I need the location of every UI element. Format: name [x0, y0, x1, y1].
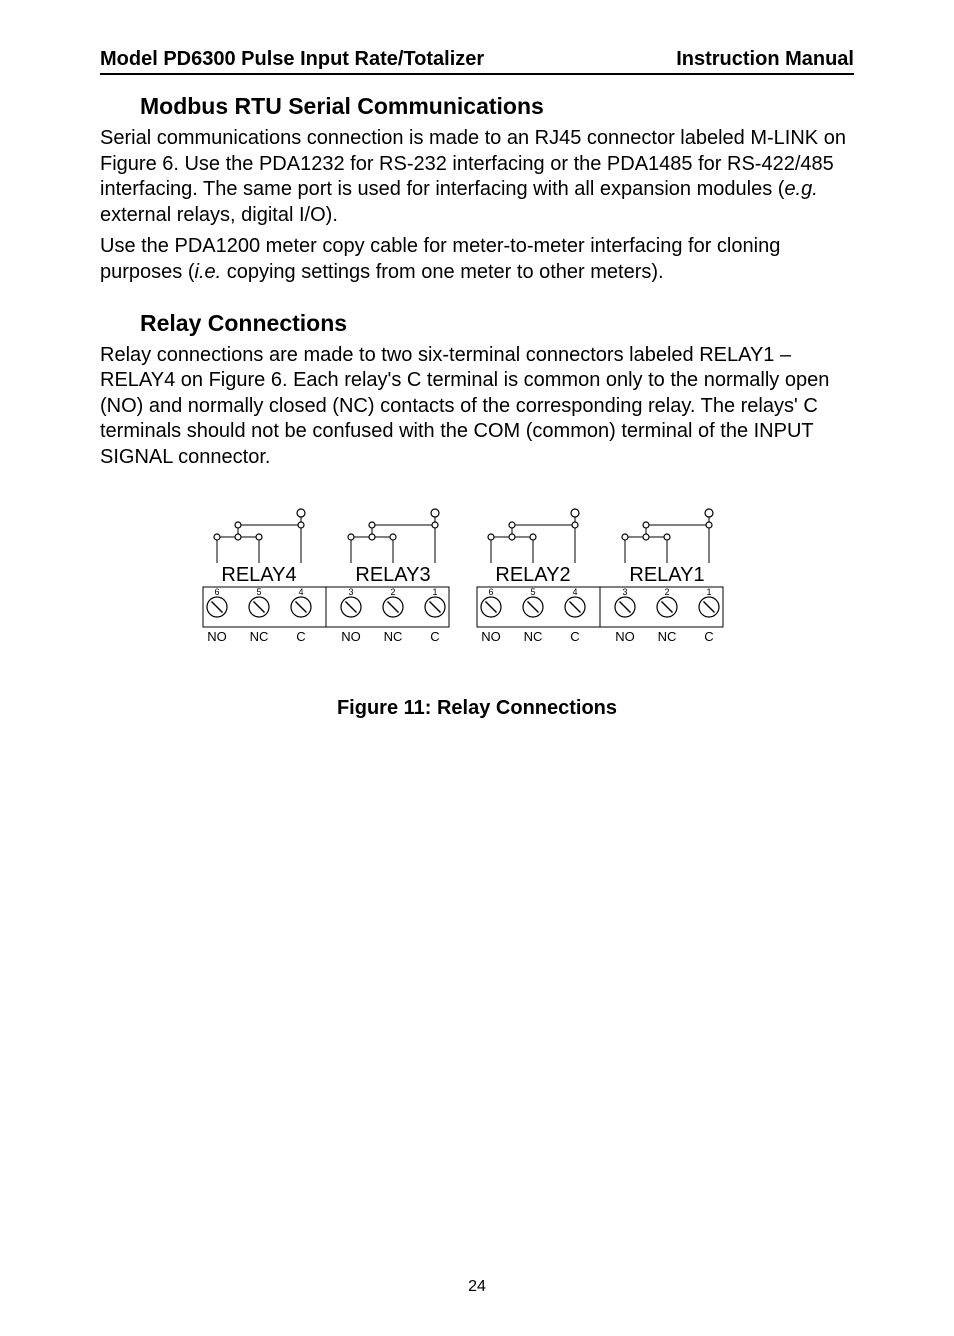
page-header: Model PD6300 Pulse Input Rate/Totalizer …	[100, 48, 854, 71]
svg-text:2: 2	[664, 587, 669, 597]
svg-text:4: 4	[572, 587, 577, 597]
svg-text:3: 3	[348, 587, 353, 597]
page-number: 24	[0, 1278, 954, 1296]
svg-text:NO: NO	[341, 629, 361, 644]
text-fragment: copying settings from one meter to other…	[221, 261, 663, 283]
svg-text:1: 1	[706, 587, 711, 597]
header-right: Instruction Manual	[676, 48, 854, 71]
header-rule	[100, 73, 854, 75]
svg-text:2: 2	[390, 587, 395, 597]
figure-wrap: 6 NO 5 NC 4 C 3 NO 2 NC 1 C 6 NO 5 NC 4 C 3 NO 2 NC 1 C RELAY4 RE…	[100, 497, 854, 667]
svg-text:5: 5	[256, 587, 261, 597]
relay-connections-diagram: 6 NO 5 NC 4 C 3 NO 2 NC 1 C 6 NO 5 NC 4 C 3 NO 2 NC 1 C RELAY4 RE…	[197, 497, 757, 667]
header-left: Model PD6300 Pulse Input Rate/Totalizer	[100, 48, 484, 71]
emphasis-eg: e.g.	[784, 178, 817, 200]
figure-caption: Figure 11: Relay Connections	[100, 697, 854, 720]
svg-text:RELAY1: RELAY1	[629, 564, 704, 586]
svg-text:5: 5	[530, 587, 535, 597]
svg-text:NO: NO	[207, 629, 227, 644]
section-relay-title: Relay Connections	[140, 310, 854, 337]
svg-text:RELAY4: RELAY4	[221, 564, 296, 586]
svg-text:NC: NC	[524, 629, 543, 644]
svg-text:3: 3	[622, 587, 627, 597]
svg-text:NC: NC	[250, 629, 269, 644]
svg-text:RELAY2: RELAY2	[495, 564, 570, 586]
svg-text:1: 1	[432, 587, 437, 597]
svg-text:NO: NO	[481, 629, 501, 644]
svg-text:4: 4	[298, 587, 303, 597]
section-modbus-title: Modbus RTU Serial Communications	[140, 93, 854, 120]
svg-text:C: C	[430, 629, 439, 644]
emphasis-ie: i.e.	[195, 261, 222, 283]
svg-text:C: C	[704, 629, 713, 644]
svg-text:6: 6	[214, 587, 219, 597]
section-modbus-para2: Use the PDA1200 meter copy cable for met…	[100, 234, 854, 285]
svg-text:C: C	[296, 629, 305, 644]
svg-text:NO: NO	[615, 629, 635, 644]
text-fragment: Serial communications connection is made…	[100, 127, 846, 200]
text-fragment: external relays, digital I/O).	[100, 204, 338, 226]
svg-text:C: C	[570, 629, 579, 644]
svg-text:NC: NC	[384, 629, 403, 644]
svg-text:NC: NC	[658, 629, 677, 644]
svg-text:6: 6	[488, 587, 493, 597]
section-modbus-para1: Serial communications connection is made…	[100, 126, 854, 228]
section-relay-para1: Relay connections are made to two six-te…	[100, 343, 854, 471]
svg-text:RELAY3: RELAY3	[355, 564, 430, 586]
